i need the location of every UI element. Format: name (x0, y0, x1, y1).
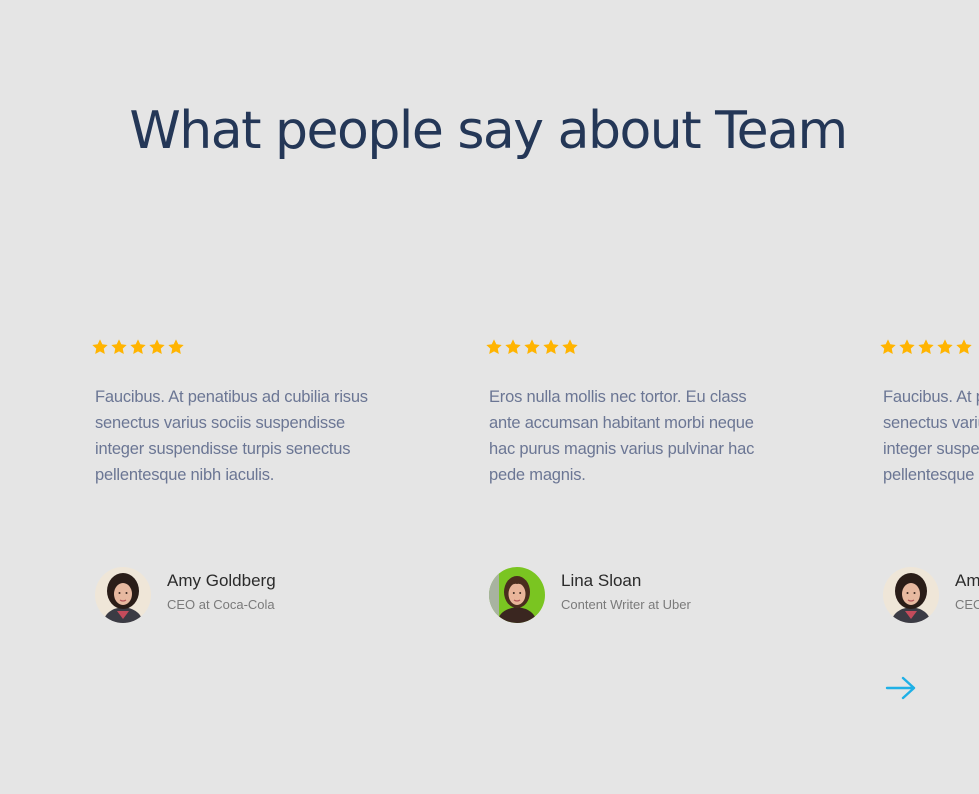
author-name: Lina Sloan (561, 571, 642, 590)
star-rating (91, 338, 391, 358)
testimonial-slider: Faucibus. At penatibus ad cubilia risus … (0, 0, 979, 794)
author-role: CEO at Coca-Cola (955, 597, 979, 612)
star-icon (92, 339, 108, 354)
author-role: CEO at Coca-Cola (167, 597, 275, 612)
star-icon (149, 339, 165, 354)
author-role: Content Writer at Uber (561, 597, 691, 612)
star-icon (880, 339, 896, 354)
testimonial-author: Amy Goldberg CEO at Coca-Cola (95, 567, 276, 623)
author-name: Amy Goldberg (955, 571, 979, 590)
star-icon (937, 339, 953, 354)
testimonial-card: Eros nulla mollis nec tortor. Eu class a… (485, 338, 785, 638)
star-icon (486, 339, 502, 354)
star-icon (918, 339, 934, 354)
author-name: Amy Goldberg (167, 571, 276, 590)
testimonial-card: Faucibus. At penatibus ad cubilia risus … (879, 338, 979, 638)
avatar-icon (489, 567, 545, 623)
star-icon (130, 339, 146, 354)
avatar-icon (883, 567, 939, 623)
testimonial-quote: Faucibus. At penatibus ad cubilia risus … (95, 388, 368, 484)
testimonial-quote: Faucibus. At penatibus ad cubilia risus … (883, 388, 979, 484)
testimonial-author: Lina Sloan Content Writer at Uber (489, 567, 691, 623)
testimonial-author: Amy Goldberg CEO at Coca-Cola (883, 567, 979, 623)
star-icon (899, 339, 915, 354)
testimonial-card: Faucibus. At penatibus ad cubilia risus … (91, 338, 391, 638)
author-info: Amy Goldberg CEO at Coca-Cola (955, 571, 979, 614)
star-icon (111, 339, 127, 354)
star-icon (505, 339, 521, 354)
author-info: Amy Goldberg CEO at Coca-Cola (167, 571, 276, 614)
avatar-icon (95, 567, 151, 623)
star-icon (543, 339, 559, 354)
star-icon (956, 339, 972, 354)
arrow-right-icon[interactable] (884, 675, 918, 701)
testimonial-quote: Eros nulla mollis nec tortor. Eu class a… (489, 388, 755, 484)
author-info: Lina Sloan Content Writer at Uber (561, 571, 691, 614)
star-icon (168, 339, 184, 354)
star-icon (524, 339, 540, 354)
star-rating (879, 338, 979, 358)
star-rating (485, 338, 785, 358)
star-icon (562, 339, 578, 354)
